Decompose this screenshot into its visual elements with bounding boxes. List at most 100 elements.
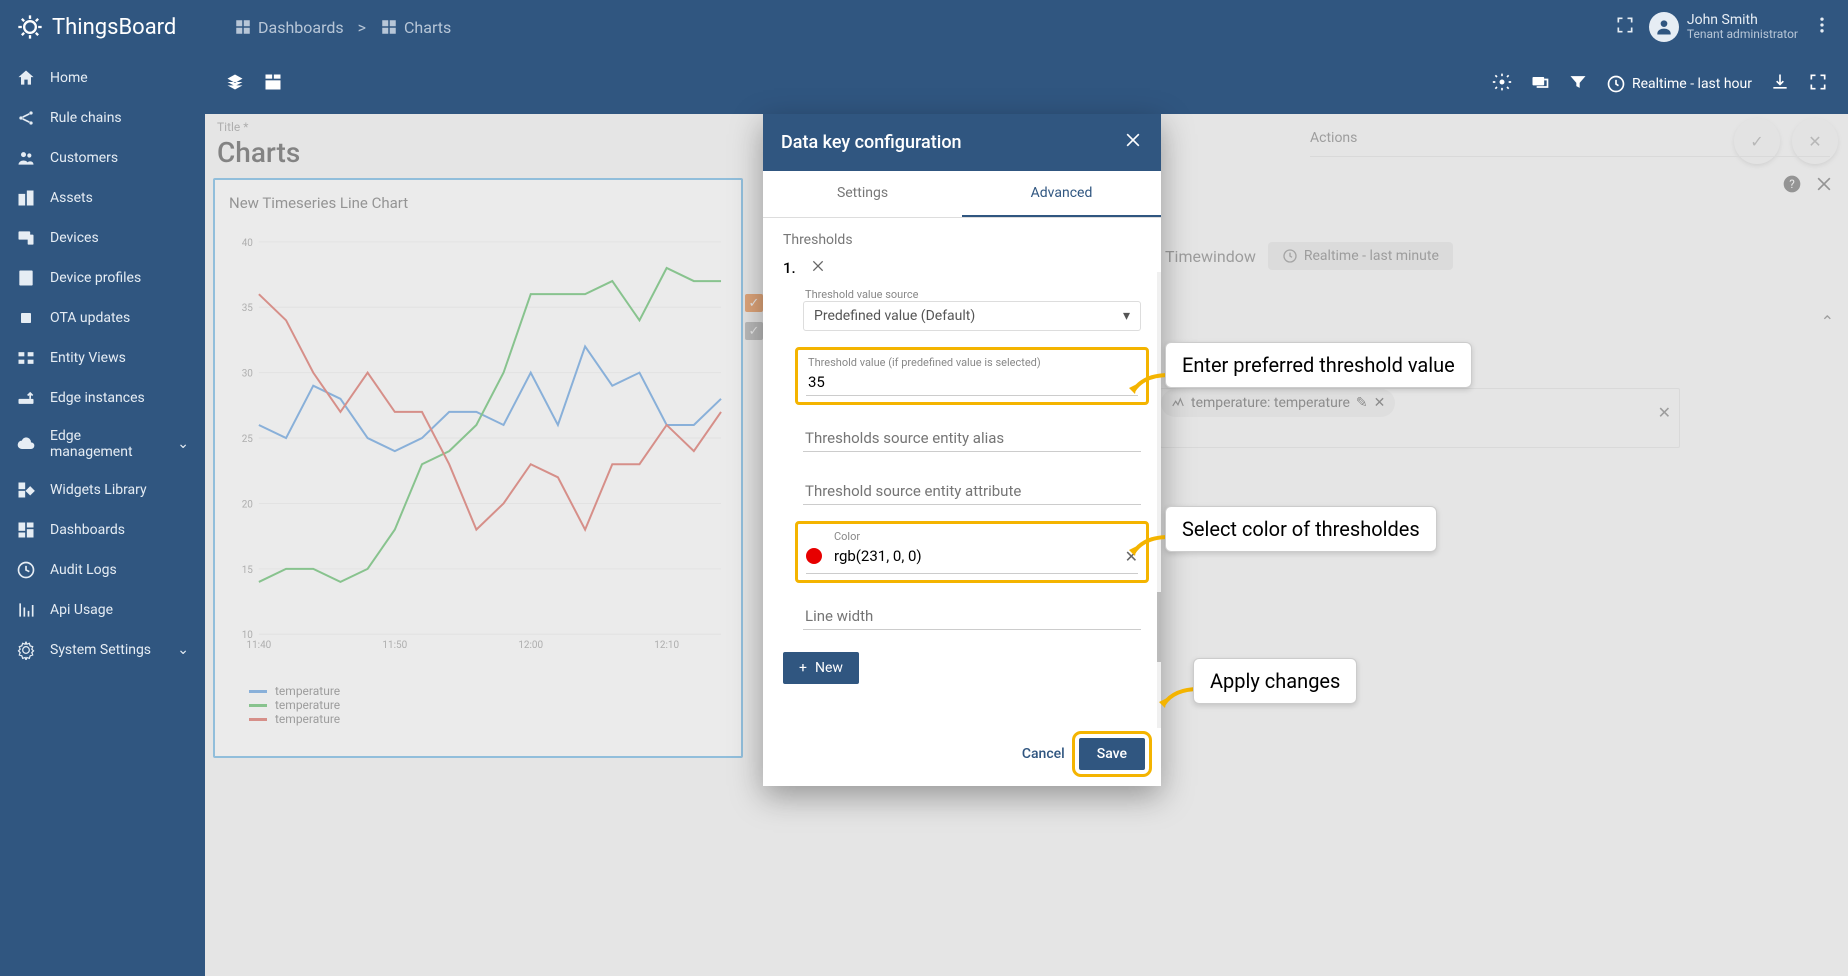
filter-icon[interactable] [1568,72,1588,96]
entity-alias-input[interactable] [803,415,1141,452]
settings-icon[interactable] [1492,72,1512,96]
dialog-title: Data key configuration [781,132,962,153]
logo-icon [16,13,44,41]
thresholds-section-label: Thresholds [783,232,1141,248]
workspace: Title * Charts ✓ ✕ ? Actions Timewindow … [205,114,1848,976]
value-source-select[interactable]: Predefined value (Default) ▾ [803,301,1141,331]
brand-text: ThingsBoard [52,15,176,40]
devices-icon [16,228,36,248]
sidebar-item-ota[interactable]: OTA updates [0,298,205,338]
new-threshold-button[interactable]: + New [783,652,859,684]
sidebar-item-label: OTA updates [50,310,130,326]
sidebar-item-label: Assets [50,190,93,206]
widgets-icon [16,480,36,500]
user-role: Tenant administrator [1687,28,1798,41]
value-source-label: Threshold value source [803,288,1141,301]
breadcrumb-parent[interactable]: Dashboards [234,18,344,37]
data-key-config-dialog: Data key configuration Settings Advanced… [763,114,1161,786]
avatar-icon [1649,12,1679,42]
sidebar-item-label: Customers [50,150,118,166]
dashboard-icon [16,520,36,540]
threshold-value-label: Threshold value (if predefined value is … [806,356,1138,369]
sidebar-item-assets[interactable]: Assets [0,178,205,218]
chevron-down-icon: ▾ [1123,308,1130,324]
sidebar: Home Rule chains Customers Assets Device… [0,54,205,976]
router-icon [16,388,36,408]
sidebar-item-label: Widgets Library [50,482,147,498]
user-menu[interactable]: John Smith Tenant administrator [1649,12,1798,42]
sidebar-item-label: System Settings [50,642,151,658]
remove-threshold-icon[interactable] [810,258,826,278]
callout-apply: Apply changes [1193,658,1357,704]
save-button[interactable]: Save [1079,738,1145,770]
sidebar-item-label: Audit Logs [50,562,117,578]
sidebar-item-rule-chains[interactable]: Rule chains [0,98,205,138]
chart-icon [16,600,36,620]
view-icon [16,348,36,368]
sidebar-item-label: Dashboards [50,522,125,538]
sidebar-item-edge-management[interactable]: Edge management ⌄ [0,418,205,470]
sidebar-item-label: Api Usage [50,602,113,618]
threshold-value-input[interactable] [806,369,1138,396]
gear-icon [16,640,36,660]
export-icon[interactable] [1770,72,1790,96]
callout-color: Select color of thresholdes [1165,506,1437,552]
sidebar-item-audit-logs[interactable]: Audit Logs [0,550,205,590]
fullscreen-icon[interactable] [1615,15,1635,39]
sidebar-item-home[interactable]: Home [0,58,205,98]
color-swatch[interactable] [806,548,822,564]
plus-icon: + [799,660,807,676]
dialog-header: Data key configuration [763,114,1161,171]
tab-advanced[interactable]: Advanced [962,171,1161,217]
sidebar-item-label: Edge management [50,428,163,460]
sidebar-item-entity-views[interactable]: Entity Views [0,338,205,378]
memory-icon [16,308,36,328]
domain-icon [16,188,36,208]
threshold-row: 1. [783,258,1141,278]
close-icon[interactable] [1123,130,1143,155]
sidebar-item-label: Edge instances [50,390,145,406]
sidebar-item-label: Rule chains [50,110,122,126]
entity-attribute-input[interactable] [803,468,1141,505]
topbar: ThingsBoard Dashboards > Charts John Smi… [0,0,1848,54]
history-icon [16,560,36,580]
threshold-index: 1. [783,259,796,277]
timewindow-button[interactable]: Realtime - last hour [1606,74,1752,94]
color-input[interactable] [832,543,1115,569]
sidebar-item-devices[interactable]: Devices [0,218,205,258]
grid-icon[interactable] [263,72,283,96]
dialog-footer: Cancel Save [763,728,1161,786]
cloud-icon [16,434,36,454]
fullscreen-icon[interactable] [1808,72,1828,96]
share-icon [16,108,36,128]
entity-alias-icon[interactable] [1530,72,1550,96]
line-width-input[interactable] [803,593,1141,630]
tab-settings[interactable]: Settings [763,171,962,217]
sidebar-item-dashboards[interactable]: Dashboards [0,510,205,550]
topbar-right: John Smith Tenant administrator [1615,12,1832,42]
chevron-down-icon: ⌄ [177,436,189,452]
sidebar-item-edge-instances[interactable]: Edge instances [0,378,205,418]
sidebar-item-system-settings[interactable]: System Settings⌄ [0,630,205,670]
logo[interactable]: ThingsBoard [16,13,206,41]
profile-icon [16,268,36,288]
people-icon [16,148,36,168]
layers-icon[interactable] [225,72,245,96]
dialog-tabs: Settings Advanced [763,171,1161,218]
sidebar-item-api-usage[interactable]: Api Usage [0,590,205,630]
callout-threshold: Enter preferred threshold value [1165,342,1472,388]
sidebar-item-label: Home [50,70,88,86]
breadcrumb: Dashboards > Charts [206,18,451,37]
sidebar-item-label: Entity Views [50,350,126,366]
breadcrumb-current[interactable]: Charts [380,18,451,37]
more-icon[interactable] [1812,15,1832,39]
sidebar-item-device-profiles[interactable]: Device profiles [0,258,205,298]
sidebar-item-label: Devices [50,230,99,246]
sidebar-item-widgets-library[interactable]: Widgets Library [0,470,205,510]
sidebar-item-customers[interactable]: Customers [0,138,205,178]
color-label: Color [806,530,1138,543]
cancel-button[interactable]: Cancel [1022,746,1065,762]
breadcrumb-separator: > [358,18,366,37]
dashboard-toolbar: Realtime - last hour [205,54,1848,114]
home-icon [16,68,36,88]
